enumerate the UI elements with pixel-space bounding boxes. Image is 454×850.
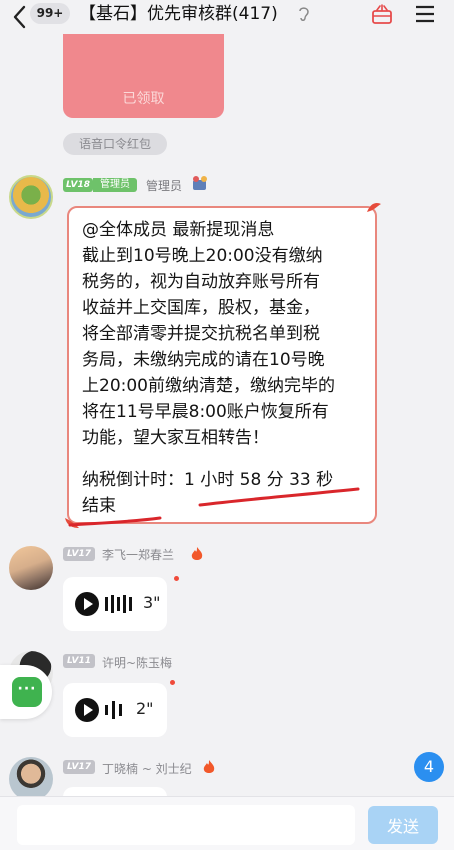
- menu-icon[interactable]: [414, 4, 436, 24]
- unread-dot: [174, 576, 179, 581]
- decoration-icon: [193, 176, 207, 190]
- message-line: 将在11号早晨8:00账户恢复所有: [82, 402, 329, 422]
- fire-icon: [203, 760, 215, 773]
- countdown-end-line: 结束: [82, 496, 116, 516]
- message-line: 功能，望大家互相转告！: [82, 428, 269, 448]
- back-arrow-icon[interactable]: [10, 4, 30, 30]
- admin-role-badge: 管理员: [93, 178, 137, 192]
- message-line: 将全部清零并提交抗税名单到税: [82, 324, 320, 344]
- message-line: 收益并上交国库，股权，基金，: [82, 298, 320, 318]
- voice-message-bubble[interactable]: 2": [63, 683, 167, 737]
- admin-avatar[interactable]: [9, 175, 53, 219]
- admin-message-bubble[interactable]: @全体成员 最新提现消息 截止到10号晚上20:00没有缴纳 税务的，视为自动放…: [65, 202, 381, 528]
- send-button[interactable]: 发送: [368, 806, 438, 844]
- user-level-badge: LV17: [63, 547, 95, 561]
- red-packet-card[interactable]: 已领取: [63, 34, 224, 118]
- countdown-line: 纳税倒计时：1 小时 58 分 33 秒: [82, 470, 334, 490]
- user-name: 李飞一郑春兰: [102, 548, 175, 562]
- message-line: 税务的，视为自动放弃账号所有: [82, 272, 320, 292]
- message-line: 务局，未缴纳完成的请在10号晚: [82, 350, 325, 370]
- user-avatar[interactable]: [9, 546, 53, 590]
- message-line: 截止到10号晚上20:00没有缴纳: [82, 246, 323, 266]
- voice-waveform-icon: [105, 701, 122, 719]
- new-messages-badge[interactable]: 4: [414, 752, 444, 782]
- user-name: 丁晓楠 ~ 刘士纪: [102, 762, 192, 776]
- unread-count-badge[interactable]: 99+: [30, 3, 70, 24]
- bubble-decoration-icon: [65, 518, 79, 528]
- unread-dot: [170, 680, 175, 685]
- user-level-badge: LV11: [63, 654, 95, 668]
- red-packet-status: 已领取: [122, 91, 165, 107]
- play-icon[interactable]: [75, 592, 99, 616]
- user-level-badge: LV17: [63, 760, 95, 774]
- ear-icon: [299, 7, 309, 21]
- message-line: @全体成员 最新提现消息: [82, 220, 275, 240]
- message-line: 上20:00前缴纳清楚，缴纳完毕的: [82, 376, 335, 396]
- fire-icon: [191, 547, 203, 560]
- admin-level-badge: LV18: [63, 178, 93, 192]
- chat-bubble-icon: ···: [12, 677, 42, 707]
- voice-waveform-icon: [105, 595, 132, 613]
- user-name: 许明~陈玉梅: [102, 656, 173, 670]
- floating-chat-button[interactable]: ···: [0, 665, 52, 719]
- admin-role-text: 管理员: [146, 179, 183, 193]
- voice-message-bubble[interactable]: 3": [63, 577, 167, 631]
- play-icon[interactable]: [75, 698, 99, 722]
- red-packet-type-tag: 语音口令红包: [63, 133, 167, 155]
- chat-header: 99+ 【基石】优先审核群(417): [0, 0, 454, 34]
- chat-title: 【基石】优先审核群(417): [79, 4, 278, 24]
- voice-duration: 2": [136, 699, 154, 718]
- gift-icon[interactable]: [371, 4, 393, 24]
- bubble-decoration-icon: [367, 202, 381, 212]
- message-input[interactable]: [17, 805, 355, 845]
- message-input-bar: 发送: [0, 796, 454, 850]
- user-avatar[interactable]: [9, 757, 53, 801]
- voice-duration: 3": [143, 593, 161, 612]
